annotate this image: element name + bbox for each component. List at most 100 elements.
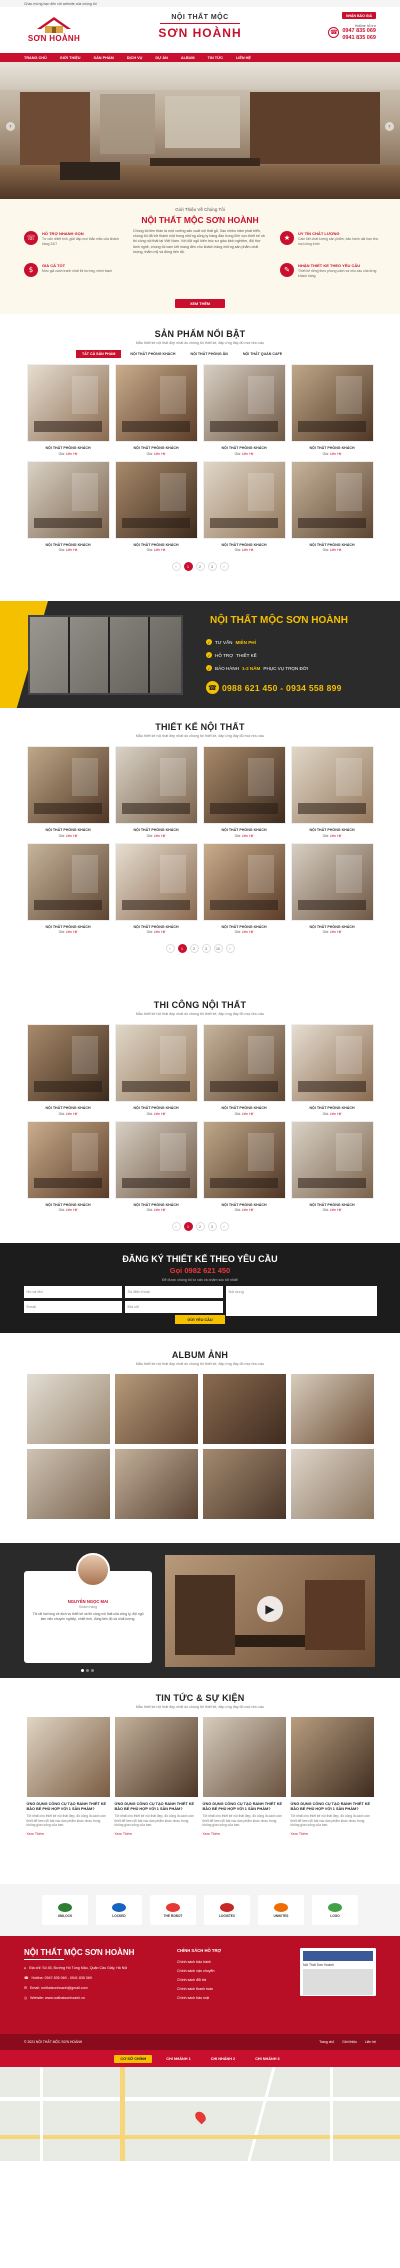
- product-card[interactable]: NỘI THẤT PHÒNG KHÁCH Giá: Liên Hệ: [290, 460, 374, 552]
- branch-tab-2[interactable]: CHI NHÁNH 2: [205, 2055, 241, 2063]
- product-card[interactable]: NỘI THẤT PHÒNG KHÁCH Giá: Liên Hệ: [114, 1024, 198, 1116]
- partner-logo[interactable]: LOGISTEX: [204, 1895, 250, 1925]
- page-button[interactable]: 10: [213, 944, 223, 953]
- product-card[interactable]: NỘI THẤT PHÒNG KHÁCH Giá: Liên Hệ: [202, 1024, 286, 1116]
- product-card[interactable]: NỘI THẤT PHÒNG KHÁCH Giá: Liên Hệ: [202, 842, 286, 934]
- product-image[interactable]: [26, 364, 110, 442]
- product-name[interactable]: NỘI THẤT PHÒNG KHÁCH: [203, 925, 286, 929]
- page-button[interactable]: 1: [177, 944, 187, 953]
- album-photo[interactable]: [290, 1449, 374, 1519]
- product-image[interactable]: [114, 460, 198, 539]
- product-card[interactable]: NỘI THẤT PHÒNG KHÁCH Giá: Liên Hệ: [114, 1120, 198, 1212]
- news-more-link[interactable]: Xem Thêm: [291, 1832, 374, 1836]
- product-card[interactable]: NỘI THẤT PHÒNG KHÁCH Giá: Liên Hệ: [290, 364, 374, 456]
- partner-logo[interactable]: UNIKITES: [258, 1895, 304, 1925]
- product-image[interactable]: [290, 364, 374, 442]
- slider-dot[interactable]: [81, 1669, 84, 1672]
- map[interactable]: [0, 2067, 400, 2161]
- policy-link[interactable]: Chính sách bảo mật: [177, 1996, 209, 2000]
- product-card[interactable]: NỘI THẤT PHÒNG KHÁCH Giá: Liên Hệ: [26, 746, 110, 838]
- product-name[interactable]: NỘI THẤT PHÒNG KHÁCH: [203, 828, 286, 832]
- news-title[interactable]: ỨNG DỤNG CÔNG CỤ TẠO RANH THIẾT KẾ BẢO B…: [203, 1802, 286, 1812]
- facebook-widget[interactable]: Nội Thất Sơn Hoành: [300, 1948, 376, 1996]
- product-name[interactable]: NỘI THẤT PHÒNG KHÁCH: [115, 1203, 198, 1207]
- album-photo[interactable]: [202, 1449, 286, 1519]
- product-image[interactable]: [114, 364, 198, 442]
- tab-cafe[interactable]: NỘI THẤT QUÁN CAFE: [237, 350, 288, 358]
- product-name[interactable]: NỘI THẤT PHÒNG KHÁCH: [27, 925, 110, 929]
- nav-products[interactable]: SẢN PHẨM: [94, 56, 114, 60]
- product-card[interactable]: NỘI THẤT PHÒNG KHÁCH Giá: Liên Hệ: [290, 1024, 374, 1116]
- nav-news[interactable]: TIN TỨC: [208, 56, 223, 60]
- product-card[interactable]: NỘI THẤT PHÒNG KHÁCH Giá: Liên Hệ: [26, 842, 110, 934]
- nav-projects[interactable]: DỰ ÁN: [155, 56, 167, 60]
- news-card[interactable]: ỨNG DỤNG CÔNG CỤ TẠO RANH THIẾT KẾ BẢO B…: [290, 1717, 374, 1836]
- page-button[interactable]: 2: [189, 944, 199, 953]
- news-title[interactable]: ỨNG DỤNG CÔNG CỤ TẠO RANH THIẾT KẾ BẢO B…: [291, 1802, 374, 1812]
- tab-living-room[interactable]: NỘI THẤT PHÒNG KHÁCH: [124, 350, 181, 358]
- news-card[interactable]: ỨNG DỤNG CÔNG CỤ TẠO RANH THIẾT KẾ BẢO B…: [26, 1717, 110, 1836]
- product-name[interactable]: NỘI THẤT PHÒNG KHÁCH: [291, 1203, 374, 1207]
- partner-logo[interactable]: LOGO: [312, 1895, 358, 1925]
- nav-album[interactable]: ALBUM: [181, 56, 195, 60]
- branch-tab-3[interactable]: CHI NHÁNH 3: [249, 2055, 285, 2063]
- product-card[interactable]: NỘI THẤT PHÒNG KHÁCH Giá: Liên Hệ: [114, 842, 198, 934]
- register-phone[interactable]: Gọi 0982 621 450: [0, 1266, 400, 1275]
- slider-dot[interactable]: [91, 1669, 94, 1672]
- product-name[interactable]: NỘI THẤT PHÒNG KHÁCH: [203, 446, 286, 450]
- policy-link[interactable]: Chính sách đổi trả: [177, 1978, 206, 1982]
- page-button[interactable]: ›: [219, 1222, 229, 1231]
- product-name[interactable]: NỘI THẤT PHÒNG KHÁCH: [203, 1203, 286, 1207]
- product-name[interactable]: NỘI THẤT PHÒNG KHÁCH: [27, 543, 110, 547]
- news-image[interactable]: [202, 1717, 286, 1797]
- product-image[interactable]: [202, 1024, 286, 1102]
- product-card[interactable]: NỘI THẤT PHÒNG KHÁCH Giá: Liên Hệ: [290, 1120, 374, 1212]
- product-image[interactable]: [26, 1120, 110, 1199]
- about-more-button[interactable]: XEM THÊM: [175, 299, 225, 308]
- page-button[interactable]: 3: [201, 944, 211, 953]
- news-image[interactable]: [114, 1717, 198, 1797]
- news-image[interactable]: [26, 1717, 110, 1797]
- product-card[interactable]: NỘI THẤT PHÒNG KHÁCH Giá: Liên Hệ: [26, 1120, 110, 1212]
- page-button[interactable]: 3: [207, 1222, 217, 1231]
- page-button[interactable]: ‹: [171, 562, 181, 571]
- partner-logo[interactable]: THE ROBOT: [150, 1895, 196, 1925]
- footer-email[interactable]: ✉ Email: noithatsonhoanh@gmail.com: [24, 1986, 88, 1990]
- branch-tab-main[interactable]: CƠ SỞ CHÍNH: [114, 2054, 153, 2063]
- nav-about[interactable]: GIỚI THIỆU: [60, 56, 81, 60]
- hero-slider[interactable]: ‹ ›: [0, 62, 400, 199]
- quote-button[interactable]: NHẬN BÁO GIÁ: [341, 12, 376, 19]
- hero-next-arrow-icon[interactable]: ›: [385, 122, 394, 131]
- product-image[interactable]: [290, 746, 374, 824]
- product-card[interactable]: NỘI THẤT PHÒNG KHÁCH Giá: Liên Hệ: [202, 460, 286, 552]
- footer-link-home[interactable]: Trang chủ: [319, 2040, 334, 2044]
- product-name[interactable]: NỘI THẤT PHÒNG KHÁCH: [203, 543, 286, 547]
- news-title[interactable]: ỨNG DỤNG CÔNG CỤ TẠO RANH THIẾT KẾ BẢO B…: [115, 1802, 198, 1812]
- map-pin-icon[interactable]: [193, 2109, 208, 2125]
- product-card[interactable]: NỘI THẤT PHÒNG KHÁCH Giá: Liên Hệ: [114, 746, 198, 838]
- product-image[interactable]: [202, 364, 286, 442]
- tab-dining-room[interactable]: NỘI THẤT PHÒNG ĂN: [184, 350, 233, 358]
- album-photo[interactable]: [26, 1374, 110, 1444]
- hero-prev-arrow-icon[interactable]: ‹: [6, 122, 15, 131]
- album-photo[interactable]: [290, 1374, 374, 1444]
- news-card[interactable]: ỨNG DỤNG CÔNG CỤ TẠO RANH THIẾT KẾ BẢO B…: [202, 1717, 286, 1836]
- product-card[interactable]: NỘI THẤT PHÒNG KHÁCH Giá: Liên Hệ: [290, 746, 374, 838]
- product-name[interactable]: NỘI THẤT PHÒNG KHÁCH: [291, 925, 374, 929]
- product-image[interactable]: [26, 1024, 110, 1102]
- product-card[interactable]: NỘI THẤT PHÒNG KHÁCH Giá: Liên Hệ: [26, 364, 110, 456]
- product-image[interactable]: [202, 746, 286, 824]
- product-card[interactable]: NỘI THẤT PHÒNG KHÁCH Giá: Liên Hệ: [26, 460, 110, 552]
- product-name[interactable]: NỘI THẤT PHÒNG KHÁCH: [291, 828, 374, 832]
- footer-website[interactable]: ◎ Website: www.noithatsonhoanh.vn: [24, 1996, 85, 2000]
- page-button[interactable]: ›: [225, 944, 235, 953]
- news-card[interactable]: ỨNG DỤNG CÔNG CỤ TẠO RANH THIẾT KẾ BẢO B…: [114, 1717, 198, 1836]
- product-image[interactable]: [26, 460, 110, 539]
- product-card[interactable]: NỘI THẤT PHÒNG KHÁCH Giá: Liên Hệ: [26, 1024, 110, 1116]
- album-photo[interactable]: [26, 1449, 110, 1519]
- footer-link-about[interactable]: Giới thiệu: [342, 2040, 357, 2044]
- product-name[interactable]: NỘI THẤT PHÒNG KHÁCH: [115, 446, 198, 450]
- album-photo[interactable]: [114, 1449, 198, 1519]
- product-image[interactable]: [202, 460, 286, 539]
- phone-field[interactable]: Số điện thoại: [124, 1286, 223, 1298]
